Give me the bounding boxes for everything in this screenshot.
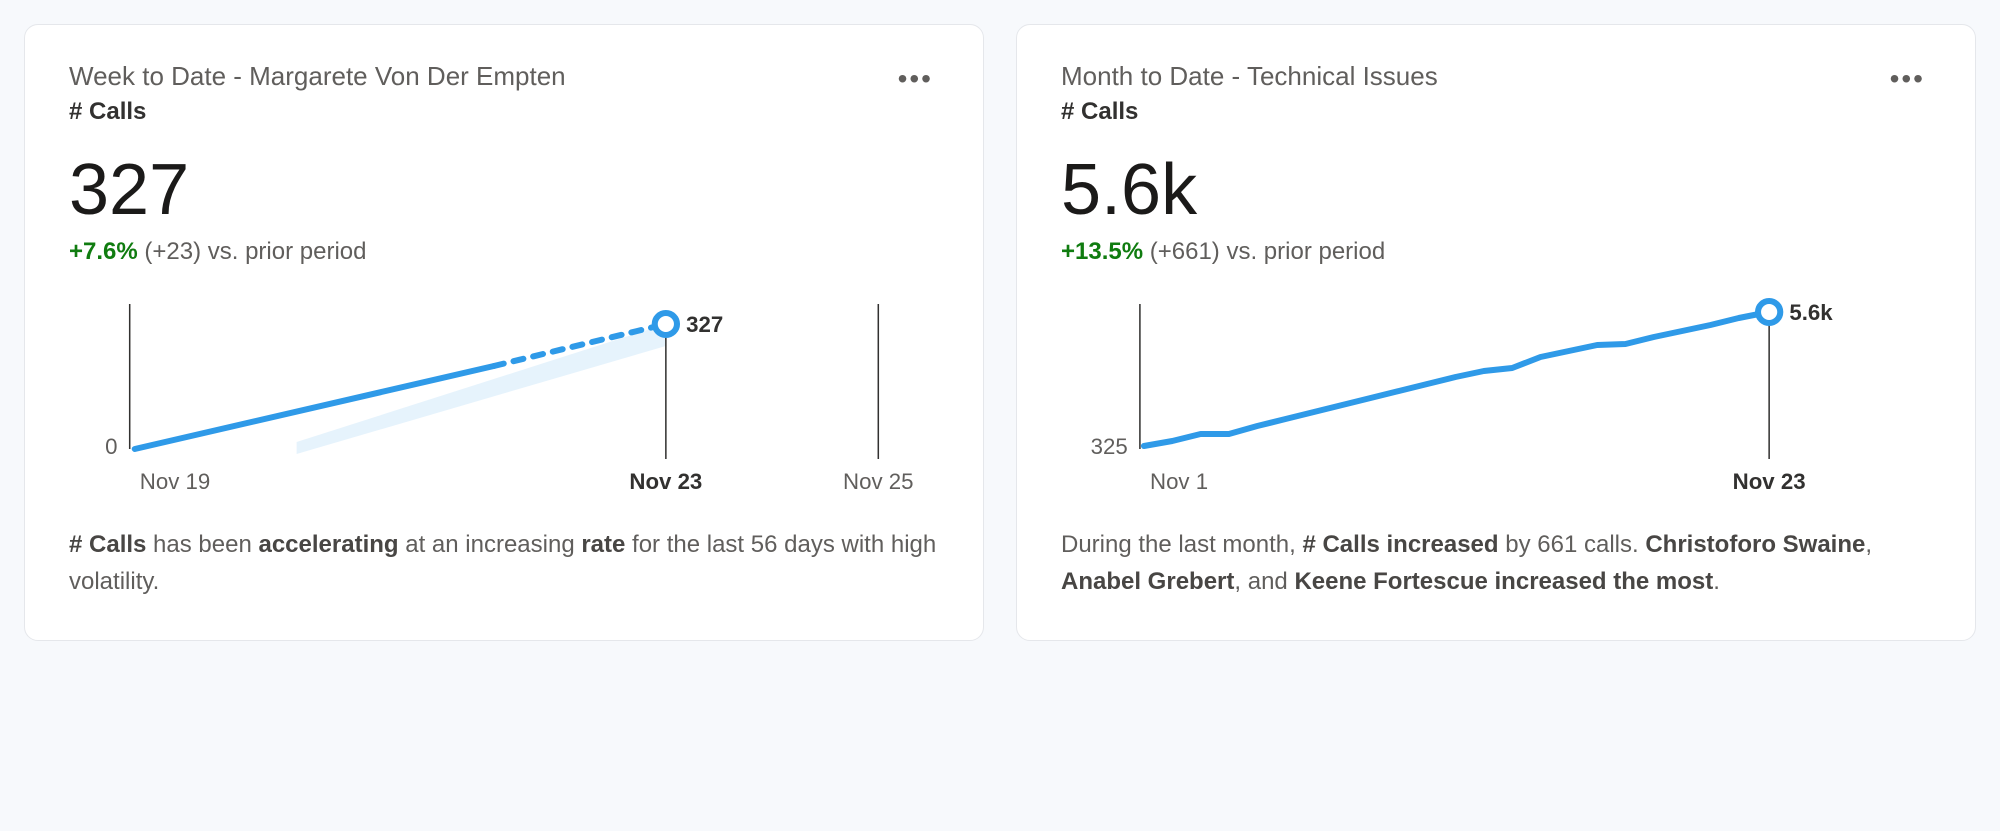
sparkline-chart: 0 327 Nov 19 Nov 23 Nov 25 <box>69 294 939 494</box>
insight-text: # Calls has been accelerating at an incr… <box>69 526 939 600</box>
point-label: 327 <box>686 312 723 337</box>
delta-percent: +7.6% <box>69 238 138 265</box>
insight-text: During the last month, # Calls increased… <box>1061 526 1931 600</box>
more-icon: ••• <box>898 63 933 94</box>
more-options-button[interactable]: ••• <box>1884 61 1931 97</box>
sparkline-chart: 325 5.6k Nov 1 Nov 23 <box>1061 294 1931 494</box>
title-block: Week to Date - Margarete Von Der Empten … <box>69 61 892 126</box>
kpi-value: 327 <box>69 154 939 226</box>
delta-percent: +13.5% <box>1061 238 1143 265</box>
kpi-delta: +7.6% (+23) vs. prior period <box>69 238 939 266</box>
card-title: Month to Date - Technical Issues <box>1061 61 1884 92</box>
card-title: Week to Date - Margarete Von Der Empten <box>69 61 892 92</box>
card-header: Week to Date - Margarete Von Der Empten … <box>69 61 939 126</box>
kpi-delta: +13.5% (+661) vs. prior period <box>1061 238 1931 266</box>
y-axis-origin: 0 <box>105 434 117 459</box>
x-axis-start: Nov 19 <box>140 469 210 494</box>
kpi-value: 5.6k <box>1061 154 1931 226</box>
card-header: Month to Date - Technical Issues # Calls… <box>1061 61 1931 126</box>
kpi-card-week-to-date: Week to Date - Margarete Von Der Empten … <box>24 24 984 641</box>
delta-context: (+661) vs. prior period <box>1143 238 1385 265</box>
delta-context: (+23) vs. prior period <box>138 238 367 265</box>
x-axis-highlight: Nov 23 <box>629 469 702 494</box>
x-axis-highlight: Nov 23 <box>1733 469 1806 494</box>
x-axis-start: Nov 1 <box>1150 469 1208 494</box>
y-axis-origin: 325 <box>1091 434 1128 459</box>
card-subtitle: # Calls <box>1061 98 1884 126</box>
point-label: 5.6k <box>1789 300 1833 325</box>
kpi-card-month-to-date: Month to Date - Technical Issues # Calls… <box>1016 24 1976 641</box>
card-subtitle: # Calls <box>69 98 892 126</box>
more-icon: ••• <box>1890 63 1925 94</box>
title-block: Month to Date - Technical Issues # Calls <box>1061 61 1884 126</box>
dashboard: Week to Date - Margarete Von Der Empten … <box>24 24 1976 641</box>
more-options-button[interactable]: ••• <box>892 61 939 97</box>
x-axis-end: Nov 25 <box>843 469 913 494</box>
